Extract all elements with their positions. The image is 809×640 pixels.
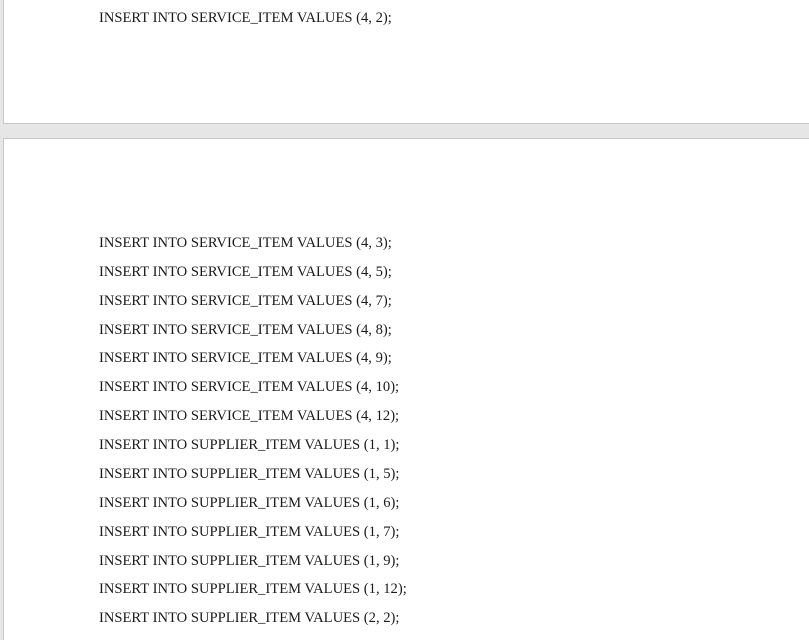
sql-line: INSERT INTO SERVICE_ITEM VALUES (4, 9);	[99, 350, 392, 366]
sql-line: INSERT INTO SERVICE_ITEM VALUES (4, 2);	[99, 10, 392, 26]
sql-line: INSERT INTO SERVICE_ITEM VALUES (4, 8);	[99, 322, 392, 338]
sql-line: INSERT INTO SERVICE_ITEM VALUES (4, 5);	[99, 264, 392, 280]
sql-line: INSERT INTO SUPPLIER_ITEM VALUES (1, 7);	[99, 524, 400, 540]
sql-line: INSERT INTO SUPPLIER_ITEM VALUES (1, 1);	[99, 437, 400, 453]
document-viewport[interactable]: INSERT INTO SERVICE_ITEM VALUES (4, 2); …	[0, 0, 809, 640]
sql-line: INSERT INTO SERVICE_ITEM VALUES (4, 3);	[99, 235, 392, 251]
sql-line: INSERT INTO SERVICE_ITEM VALUES (4, 10);	[99, 379, 400, 395]
sql-line: INSERT INTO SUPPLIER_ITEM VALUES (1, 5);	[99, 466, 400, 482]
document-page: INSERT INTO SERVICE_ITEM VALUES (4, 2);	[3, 0, 809, 124]
sql-line: INSERT INTO SUPPLIER_ITEM VALUES (2, 2);	[99, 610, 400, 626]
sql-line: INSERT INTO SERVICE_ITEM VALUES (4, 12);	[99, 408, 400, 424]
document-page: INSERT INTO SERVICE_ITEM VALUES (4, 3); …	[3, 138, 809, 640]
sql-line: INSERT INTO SUPPLIER_ITEM VALUES (1, 9);	[99, 553, 400, 569]
sql-line: INSERT INTO SUPPLIER_ITEM VALUES (1, 12)…	[99, 581, 407, 597]
sql-line: INSERT INTO SUPPLIER_ITEM VALUES (1, 6);	[99, 495, 400, 511]
sql-line: INSERT INTO SERVICE_ITEM VALUES (4, 7);	[99, 293, 392, 309]
